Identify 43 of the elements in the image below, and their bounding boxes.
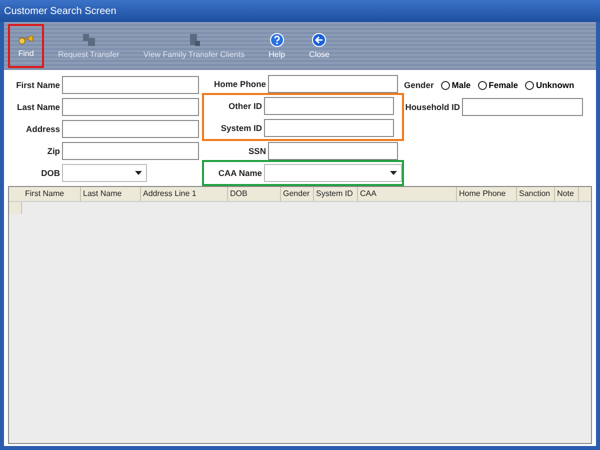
field-label: Zip	[46, 146, 60, 156]
text-field[interactable]	[62, 98, 199, 116]
field-label: Address	[24, 124, 60, 134]
dropdown-arrow-icon	[135, 171, 142, 175]
column-header[interactable]: Home Phone	[457, 187, 517, 201]
field-label: System ID	[220, 123, 262, 133]
column-header[interactable]: System ID	[314, 187, 358, 201]
dropdown-field[interactable]	[62, 164, 147, 182]
text-field[interactable]	[268, 74, 398, 92]
column-header[interactable]: First Name	[23, 187, 81, 201]
field-label: Gender	[404, 80, 434, 90]
text-field[interactable]	[62, 120, 199, 138]
back-arrow-icon	[312, 33, 326, 47]
column-header[interactable]: Last Name	[81, 187, 141, 201]
dropdown-arrow-icon	[390, 171, 397, 175]
field-label: Home Phone	[213, 78, 266, 88]
text-field[interactable]	[462, 98, 583, 116]
field-label: DOB	[40, 168, 60, 178]
field-label: SSN	[248, 146, 266, 156]
window-title: Customer Search Screen	[4, 6, 116, 16]
column-header[interactable]: CAA	[358, 187, 457, 201]
help-icon	[270, 33, 284, 47]
dropdown-field[interactable]	[264, 164, 402, 182]
text-field[interactable]	[268, 142, 398, 160]
radio-option[interactable]: Female	[478, 80, 518, 90]
field-label: Other ID	[227, 101, 262, 111]
field-label: Last Name	[16, 102, 60, 112]
field-label: Household ID	[404, 102, 460, 112]
document-icon	[82, 33, 96, 47]
radio-option[interactable]: Unknown	[524, 80, 574, 90]
column-header[interactable]: Note	[555, 187, 579, 201]
text-field[interactable]	[62, 142, 199, 160]
keys-icon	[18, 34, 34, 46]
column-header[interactable]: Gender	[281, 187, 314, 201]
radio-option[interactable]: Male	[440, 80, 471, 90]
text-field[interactable]	[264, 119, 394, 137]
column-header[interactable]: Sanction	[517, 187, 555, 201]
text-field[interactable]	[264, 97, 394, 115]
field-label: First Name	[15, 80, 60, 90]
field-label: CAA Name	[217, 168, 262, 178]
column-header[interactable]: DOB	[228, 187, 281, 201]
column-header[interactable]: Address Line 1	[141, 187, 228, 201]
text-field[interactable]	[62, 76, 199, 94]
